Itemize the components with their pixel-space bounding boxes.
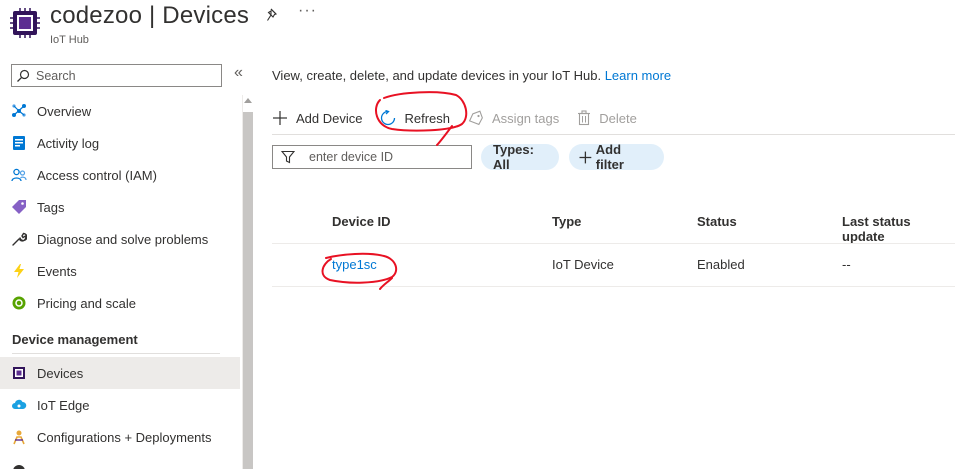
sidebar-item-iot-edge[interactable]: IoT Edge xyxy=(0,389,240,421)
lightning-icon xyxy=(11,263,27,279)
tag-outline-icon xyxy=(468,110,483,126)
scroll-up-icon[interactable] xyxy=(244,98,252,103)
sidebar-item-label: Overview xyxy=(37,103,92,119)
refresh-label: Refresh xyxy=(404,110,451,126)
delete-label: Delete xyxy=(599,110,637,126)
plus-icon xyxy=(579,151,592,163)
plus-icon xyxy=(273,111,287,125)
toolbar-divider xyxy=(272,134,955,135)
more-options-button[interactable]: ··· xyxy=(298,2,317,20)
add-filter-label: Add filter xyxy=(595,142,624,172)
refresh-icon xyxy=(381,110,396,126)
description-text: View, create, delete, and update devices… xyxy=(272,68,602,83)
toolbar: Add Device Refresh Assign tags Delete xyxy=(272,104,655,132)
sidebar-item-label: IoT Edge xyxy=(37,397,90,413)
device-id-link[interactable]: type1sc xyxy=(332,257,377,272)
column-header-device-id[interactable]: Device ID xyxy=(332,214,391,229)
assign-tags-label: Assign tags xyxy=(492,110,560,126)
sidebar-item-label: Pricing and scale xyxy=(37,295,136,311)
sidebar-item-overview[interactable]: Overview xyxy=(0,95,240,127)
table-header-divider xyxy=(272,243,955,244)
sidebar-item-pricing[interactable]: Pricing and scale xyxy=(0,287,240,319)
device-id-input[interactable] xyxy=(309,150,459,164)
page-header: codezoo | Devices IoT Hub ··· xyxy=(0,0,955,60)
pricing-icon xyxy=(11,295,27,311)
scrollbar-thumb[interactable] xyxy=(243,112,253,469)
add-device-button[interactable]: Add Device xyxy=(272,110,362,126)
sidebar-item-label: Activity log xyxy=(37,135,100,151)
pin-icon[interactable] xyxy=(266,8,280,22)
sidebar-item-partial[interactable] xyxy=(0,453,240,469)
partial-icon xyxy=(11,461,27,469)
sidebar-item-diagnose[interactable]: Diagnose and solve problems xyxy=(0,223,240,255)
collapse-sidebar-button[interactable]: « xyxy=(234,64,243,82)
sidebar-item-events[interactable]: Events xyxy=(0,255,240,287)
tag-icon xyxy=(11,199,27,215)
refresh-button[interactable]: Refresh xyxy=(380,110,450,126)
sidebar-item-devices[interactable]: Devices xyxy=(0,357,240,389)
assign-tags-button[interactable]: Assign tags xyxy=(468,110,559,126)
section-title: Device management xyxy=(12,332,138,347)
activity-log-icon xyxy=(11,135,27,151)
sidebar-item-label: Diagnose and solve problems xyxy=(37,231,209,247)
add-filter-button[interactable]: Add filter xyxy=(569,142,664,172)
learn-more-link[interactable]: Learn more xyxy=(605,68,671,83)
sidebar-item-label: Configurations + Deployments xyxy=(37,429,212,445)
sidebar-item-tags[interactable]: Tags xyxy=(0,191,240,223)
page-description: View, create, delete, and update devices… xyxy=(272,68,671,83)
iot-hub-icon xyxy=(10,8,40,38)
delete-button[interactable]: Delete xyxy=(577,110,637,126)
filter-icon xyxy=(281,150,295,164)
sidebar-item-label: Tags xyxy=(37,199,65,215)
sidebar-item-configurations[interactable]: Configurations + Deployments xyxy=(0,421,240,453)
people-icon xyxy=(11,167,27,183)
add-device-label: Add Device xyxy=(296,110,363,126)
cloud-icon xyxy=(11,397,27,413)
sidebar-search-input[interactable] xyxy=(36,68,206,83)
sidebar-item-label: Devices xyxy=(37,365,84,381)
page-title: codezoo | Devices xyxy=(50,2,250,29)
section-divider xyxy=(12,353,220,354)
last-update-cell: -- xyxy=(842,257,851,272)
sidebar-nav: Overview Activity log Access control (IA… xyxy=(0,95,240,469)
overview-icon xyxy=(11,103,27,119)
sidebar-item-label: Events xyxy=(37,263,77,279)
configuration-icon xyxy=(11,429,27,445)
device-type-cell: IoT Device xyxy=(552,257,614,272)
table-row-divider xyxy=(272,286,955,287)
column-header-status[interactable]: Status xyxy=(697,214,737,229)
trash-icon xyxy=(578,110,591,126)
chip-icon xyxy=(11,365,27,381)
sidebar-item-label: Access control (IAM) xyxy=(37,167,157,183)
column-header-last-status-update[interactable]: Last status update xyxy=(842,214,955,244)
types-filter-pill[interactable]: Types: All xyxy=(481,142,559,172)
sidebar-search[interactable] xyxy=(11,64,222,87)
sidebar-item-access-control[interactable]: Access control (IAM) xyxy=(0,159,240,191)
page-subtitle: IoT Hub xyxy=(50,34,89,46)
device-id-filter[interactable] xyxy=(272,145,472,169)
wrench-icon xyxy=(11,231,27,247)
search-icon xyxy=(17,69,30,82)
sidebar-item-activity-log[interactable]: Activity log xyxy=(0,127,240,159)
device-status-cell: Enabled xyxy=(697,257,745,272)
column-header-type[interactable]: Type xyxy=(552,214,581,229)
